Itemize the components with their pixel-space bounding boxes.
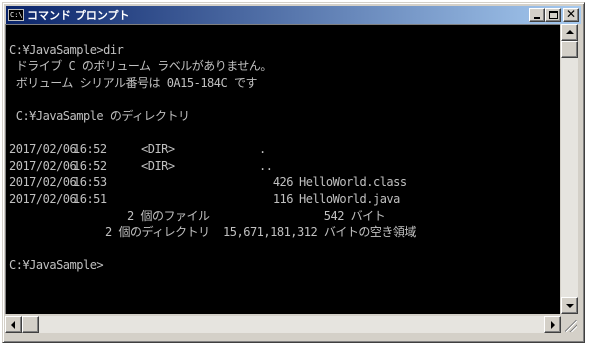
entry-dir-tag: [141, 174, 227, 191]
maximize-button[interactable]: [545, 8, 561, 22]
entry-date: 2017/02/06: [9, 175, 77, 190]
console-icon[interactable]: C:\: [8, 9, 24, 21]
entry-time: 16:52: [73, 142, 107, 157]
entry-date: 2017/02/06: [9, 142, 77, 157]
entry-date: 2017/02/06: [9, 158, 77, 173]
scroll-left-button[interactable]: [5, 316, 22, 333]
entry-name: ..: [259, 158, 273, 173]
arrow-up-icon: [566, 30, 574, 34]
file-entry-row: 2017/02/06 16:53 426 HelloWorld.class: [6, 174, 560, 191]
dir-summary-line: 2 個のディレクトリ 15,671,181,312 バイトの空き領域: [6, 224, 560, 241]
window-controls: ✕: [529, 7, 579, 22]
window-title: コマンド プロンプト: [27, 9, 130, 22]
entry-name: HelloWorld.java: [299, 191, 400, 206]
file-summary-text: 2 個のファイル 542 バイト: [127, 208, 386, 223]
volume-label-line: ドライブ C のボリューム ラベルがありません。: [9, 59, 273, 74]
vertical-scrollbar[interactable]: [561, 24, 578, 314]
minimize-button[interactable]: [529, 8, 545, 22]
maximize-icon: [549, 11, 558, 19]
horizontal-scroll-thumb[interactable]: [22, 316, 39, 333]
entry-dir-tag: <DIR>: [141, 142, 175, 157]
dir-summary-text: 2 個のディレクトリ 15,671,181,312 バイトの空き領域: [105, 225, 416, 240]
serial-number-line: ボリューム シリアル番号は 0A15-184C です: [9, 75, 258, 90]
scroll-right-button[interactable]: [544, 316, 561, 333]
current-prompt-line[interactable]: C:¥JavaSample>: [6, 257, 560, 274]
command-line: C:¥JavaSample>dir: [9, 42, 124, 57]
entry-dir-tag: <DIR>: [141, 158, 175, 173]
entry-date: 2017/02/06: [9, 191, 77, 206]
vertical-scroll-thumb[interactable]: [561, 41, 578, 58]
entry-size: 426: [272, 175, 294, 190]
arrow-down-icon: [566, 304, 574, 308]
horizontal-scrollbar[interactable]: [5, 316, 561, 333]
title-bar[interactable]: C:\ コマンド プロンプト ✕: [6, 6, 581, 24]
entry-time: 16:53: [73, 175, 107, 190]
entry-time: 16:51: [73, 191, 107, 206]
file-entry-row: 2017/02/06 16:51 116 HelloWorld.java: [6, 191, 560, 208]
entry-dir-tag: [141, 191, 227, 208]
dir-entry-row: 2017/02/06 16:52 <DIR> .: [6, 141, 560, 158]
console-output[interactable]: C:¥JavaSample>dir ドライブ C のボリューム ラベルがありませ…: [5, 24, 560, 314]
entry-name: .: [259, 142, 266, 157]
entry-size: 116: [272, 191, 294, 206]
minimize-icon: [534, 17, 540, 19]
file-summary-line: 2 個のファイル 542 バイト: [6, 208, 560, 225]
scroll-down-button[interactable]: [561, 297, 578, 314]
entry-name: HelloWorld.class: [299, 175, 407, 190]
directory-header-line: C:¥JavaSample のディレクトリ: [9, 108, 190, 123]
close-button[interactable]: ✕: [563, 7, 579, 22]
close-icon: ✕: [566, 7, 577, 21]
dir-entry-row: 2017/02/06 16:52 <DIR> ..: [6, 158, 560, 175]
arrow-left-icon: [11, 321, 15, 329]
scroll-up-button[interactable]: [561, 24, 578, 41]
resize-grip[interactable]: [561, 316, 578, 333]
arrow-right-icon: [551, 321, 555, 329]
resize-grip-icon: [565, 320, 577, 332]
entry-time: 16:52: [73, 158, 107, 173]
